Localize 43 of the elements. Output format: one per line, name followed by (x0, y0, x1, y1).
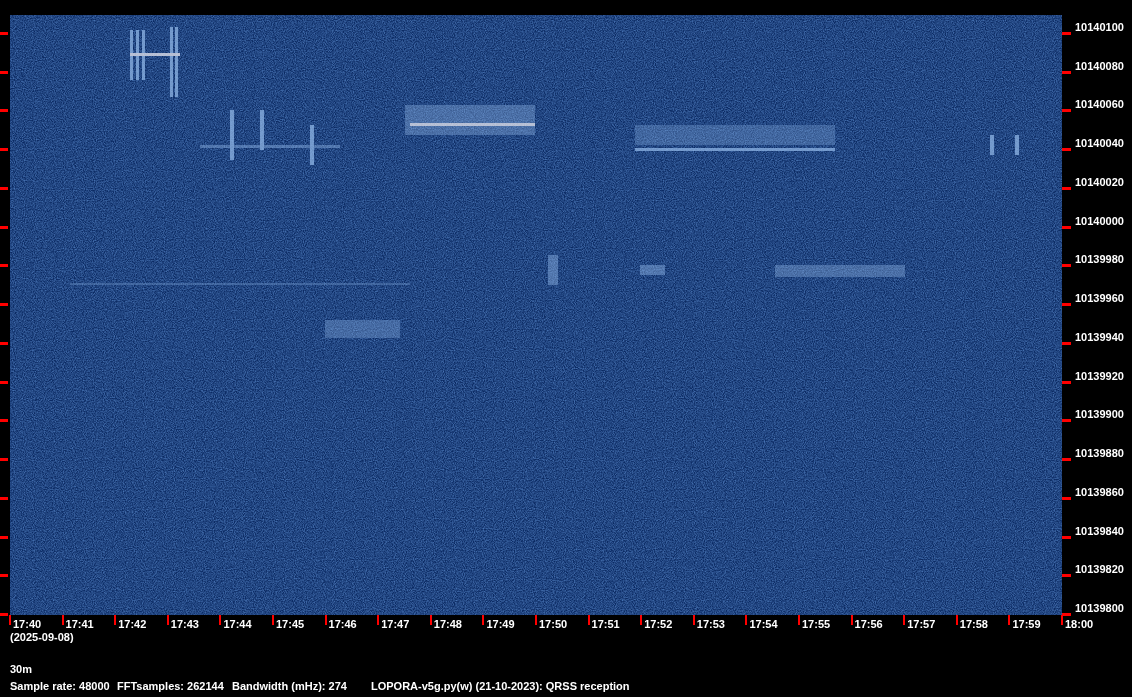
time-label: 17:50 (539, 618, 568, 631)
date-label: (2025-09-08) (10, 631, 74, 644)
time-label: 17:51 (591, 618, 620, 631)
time-label: 17:49 (486, 618, 515, 631)
band-label: 30m (10, 663, 33, 676)
frequency-label: 10139840 (1075, 524, 1124, 538)
time-label: 17:53 (696, 618, 725, 631)
frequency-label: 10139940 (1075, 330, 1124, 344)
time-label: 17:57 (907, 618, 936, 631)
time-label: 17:56 (854, 618, 883, 631)
frequency-label: 10139980 (1075, 253, 1124, 267)
time-label: 17:47 (381, 618, 410, 631)
time-label: 17:48 (433, 618, 462, 631)
frequency-label: 10140040 (1075, 137, 1124, 151)
frequency-label: 10140100 (1075, 21, 1124, 34)
frequency-label: 10139820 (1075, 563, 1124, 577)
time-label: 17:43 (170, 618, 199, 631)
time-label: 17:46 (328, 618, 357, 631)
time-label: 17:45 (276, 618, 305, 631)
time-label: 17:59 (1012, 618, 1041, 631)
frequency-label: 10139920 (1075, 369, 1124, 383)
time-label: 17:42 (118, 618, 147, 631)
frequency-label: 10140080 (1075, 59, 1124, 73)
info-text: Sample rate: 48000 (10, 680, 110, 693)
info-text: FFTsamples: 262144 (117, 680, 224, 693)
frequency-label: 10139900 (1075, 408, 1124, 422)
time-label: 17:41 (65, 618, 94, 631)
time-label: 17:44 (223, 618, 252, 631)
frequency-label: 10140060 (1075, 98, 1124, 112)
frequency-label: 10139860 (1075, 485, 1124, 499)
frequency-label: 10140000 (1075, 214, 1124, 228)
time-label: 17:58 (959, 618, 988, 631)
frequency-label: 10139800 (1075, 602, 1124, 615)
info-text: LOPORA-v5g.py(w) (21-10-2023): QRSS reception (371, 680, 630, 693)
time-label: 17:40 (13, 618, 42, 631)
time-label: 17:52 (644, 618, 673, 631)
info-text: Bandwidth (mHz): 274 (232, 680, 347, 693)
time-label: 17:54 (749, 618, 778, 631)
frequency-label: 10139960 (1075, 292, 1124, 306)
frequency-label: 10139880 (1075, 447, 1124, 461)
time-label: 18:00 (1065, 618, 1094, 631)
time-label: 17:55 (802, 618, 831, 631)
frequency-label: 10140020 (1075, 175, 1124, 189)
